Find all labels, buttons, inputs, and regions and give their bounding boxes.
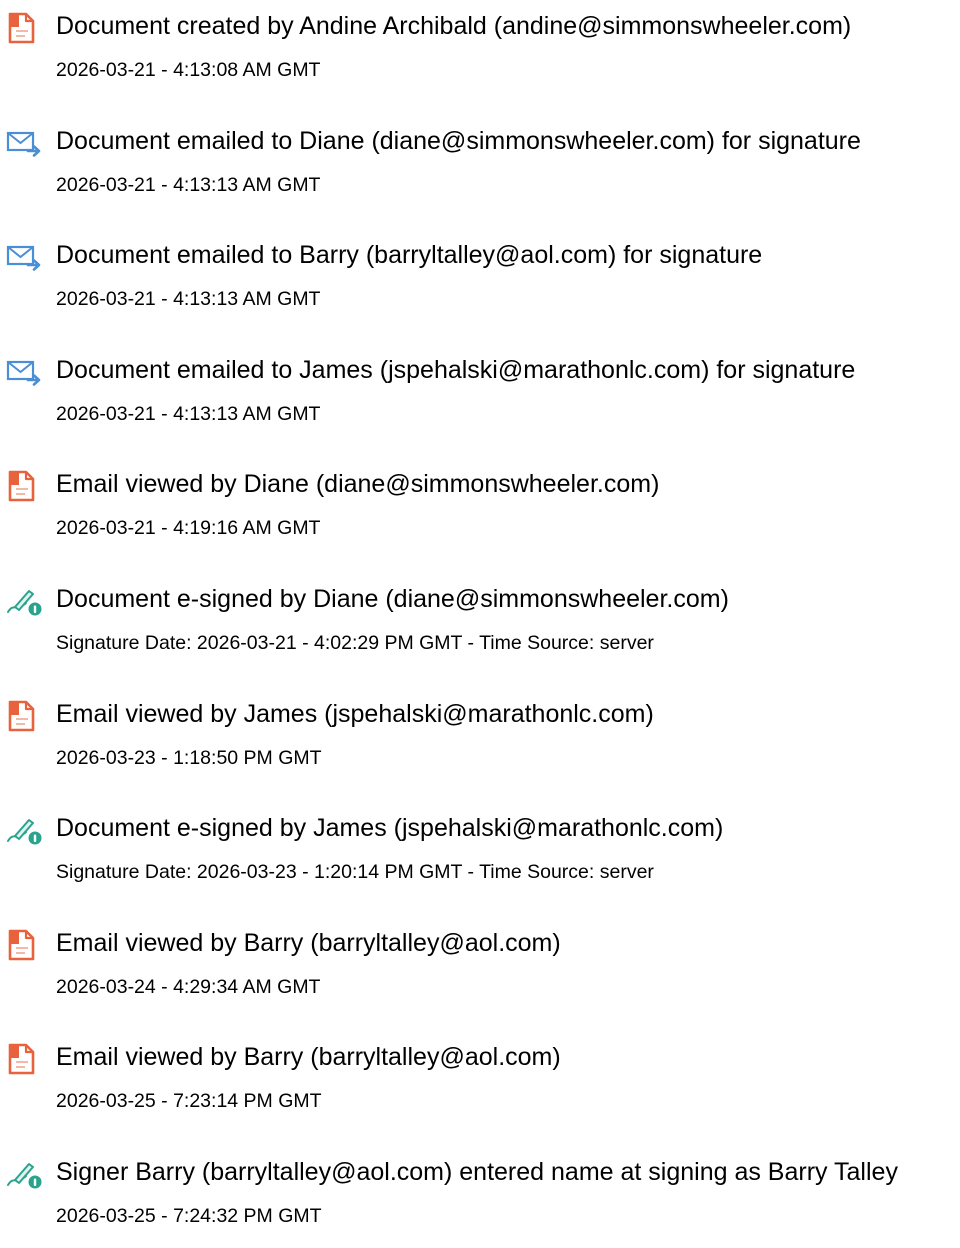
event-timestamp: 2026-03-25 - 7:24:32 PM GMT: [56, 1205, 322, 1227]
document-icon: [6, 12, 42, 44]
audit-event: Document emailed to James (jspehalski@ma…: [0, 346, 960, 446]
event-timestamp: 2026-03-21 - 4:13:08 AM GMT: [56, 59, 321, 81]
document-icon: [6, 700, 42, 732]
document-icon: [6, 1043, 42, 1075]
signature-pen-icon: [6, 585, 42, 617]
event-timestamp: 2026-03-21 - 4:19:16 AM GMT: [56, 517, 321, 539]
event-title: Email viewed by James (jspehalski@marath…: [56, 700, 654, 728]
event-timestamp: 2026-03-21 - 4:13:13 AM GMT: [56, 174, 321, 196]
event-title: Document created by Andine Archibald (an…: [56, 12, 852, 40]
audit-event: Email viewed by Barry (barryltalley@aol.…: [0, 919, 960, 1019]
event-title: Document e-signed by James (jspehalski@m…: [56, 814, 724, 842]
event-timestamp: 2026-03-24 - 4:29:34 AM GMT: [56, 976, 321, 998]
audit-event: Email viewed by Diane (diane@simmonswhee…: [0, 460, 960, 560]
event-title: Document emailed to James (jspehalski@ma…: [56, 356, 856, 384]
event-timestamp: 2026-03-25 - 7:23:14 PM GMT: [56, 1090, 322, 1112]
event-signature-date: Signature Date: 2026-03-23 - 1:20:14 PM …: [56, 861, 654, 883]
signature-pen-icon: [6, 814, 42, 846]
event-timestamp: 2026-03-21 - 4:13:13 AM GMT: [56, 403, 321, 425]
event-title: Email viewed by Barry (barryltalley@aol.…: [56, 1043, 561, 1071]
event-title: Signer Barry (barryltalley@aol.com) ente…: [56, 1158, 898, 1186]
audit-event: Document e-signed by Diane (diane@simmon…: [0, 575, 960, 675]
audit-event: Document emailed to Diane (diane@simmons…: [0, 117, 960, 217]
email-send-icon: [6, 241, 42, 273]
audit-event: Email viewed by Barry (barryltalley@aol.…: [0, 1033, 960, 1133]
event-signature-date: Signature Date: 2026-03-21 - 4:02:29 PM …: [56, 632, 654, 654]
audit-event: Email viewed by James (jspehalski@marath…: [0, 690, 960, 790]
event-title: Document emailed to Barry (barryltalley@…: [56, 241, 763, 269]
event-title: Email viewed by Barry (barryltalley@aol.…: [56, 929, 561, 957]
audit-event: Document emailed to Barry (barryltalley@…: [0, 231, 960, 331]
event-timestamp: 2026-03-21 - 4:13:13 AM GMT: [56, 288, 321, 310]
audit-event: Document created by Andine Archibald (an…: [0, 2, 960, 102]
signature-pen-icon: [6, 1158, 42, 1190]
event-title: Email viewed by Diane (diane@simmonswhee…: [56, 470, 660, 498]
audit-event: Document e-signed by James (jspehalski@m…: [0, 804, 960, 904]
audit-event: Signer Barry (barryltalley@aol.com) ente…: [0, 1148, 960, 1248]
email-send-icon: [6, 127, 42, 159]
document-icon: [6, 470, 42, 502]
event-timestamp: 2026-03-23 - 1:18:50 PM GMT: [56, 747, 322, 769]
audit-trail-list: Document created by Andine Archibald (an…: [0, 0, 960, 1227]
email-send-icon: [6, 356, 42, 388]
event-title: Document emailed to Diane (diane@simmons…: [56, 127, 861, 155]
document-icon: [6, 929, 42, 961]
event-title: Document e-signed by Diane (diane@simmon…: [56, 585, 729, 613]
